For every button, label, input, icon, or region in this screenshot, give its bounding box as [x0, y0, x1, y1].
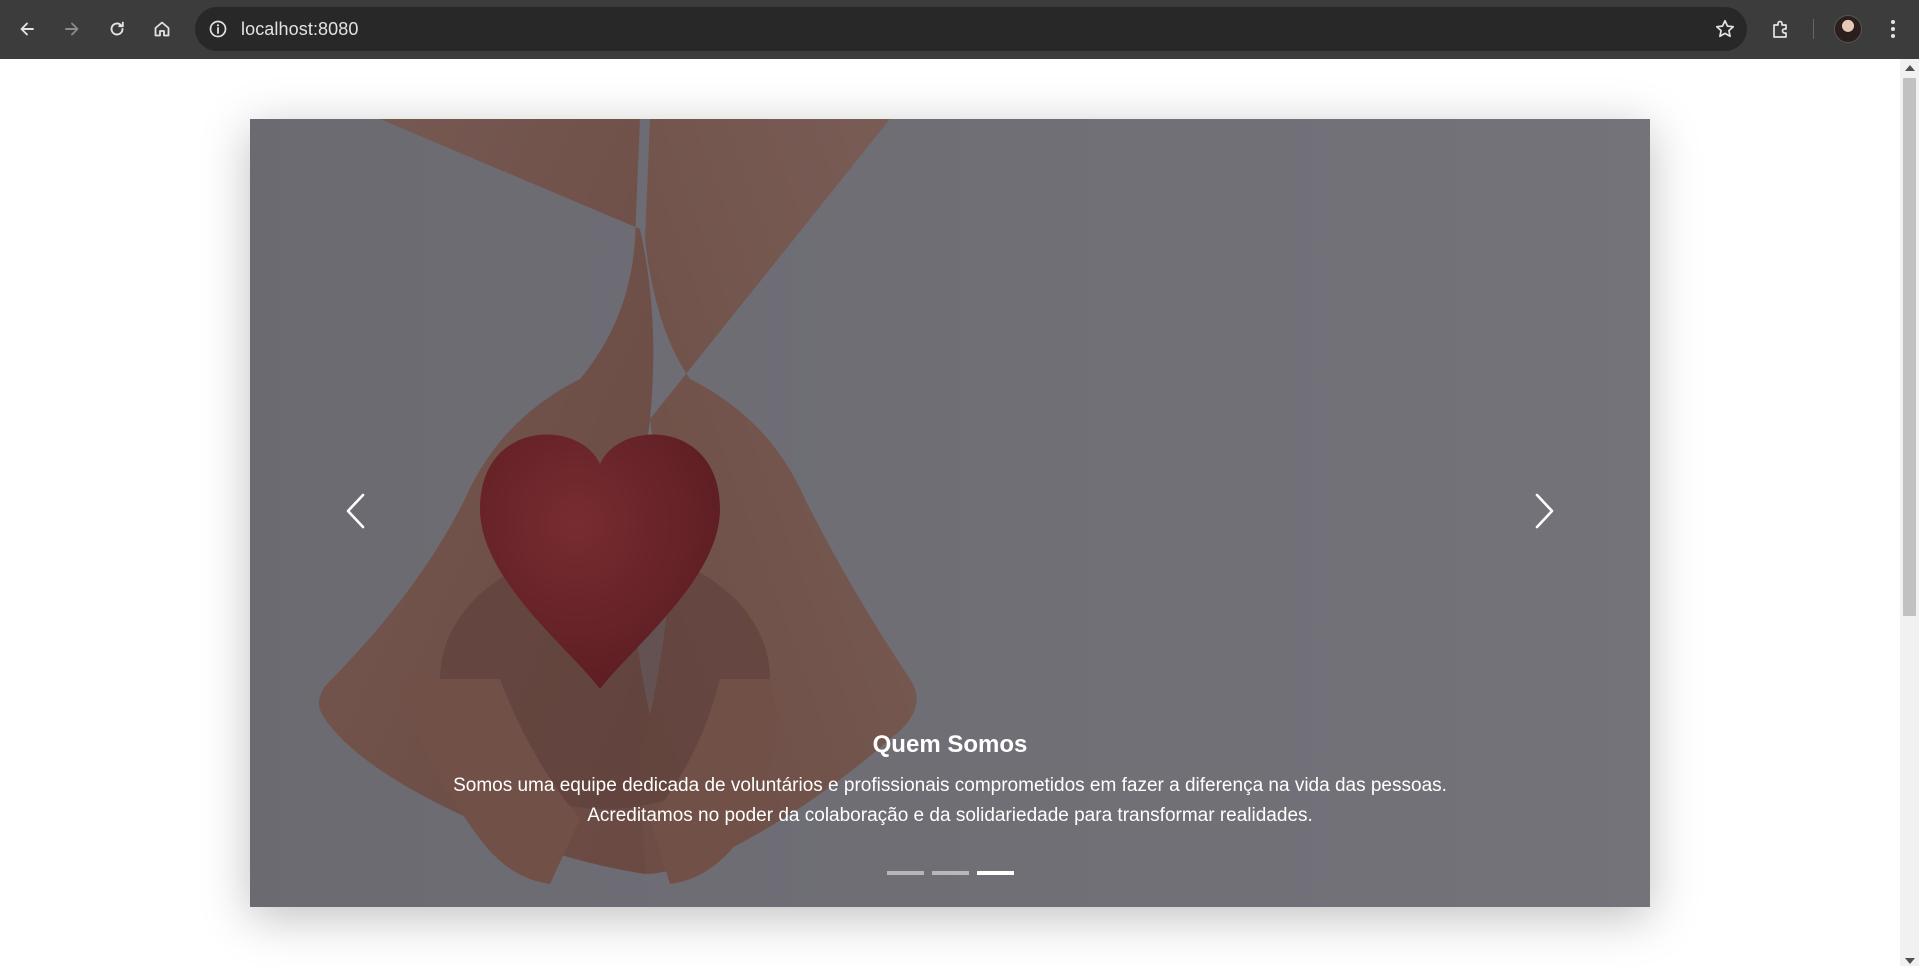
- slide-text: Somos uma equipe dedicada de voluntários…: [453, 775, 1447, 826]
- chevron-right-icon: [1535, 493, 1554, 529]
- carousel-next-button[interactable]: [1515, 481, 1575, 541]
- address-bar[interactable]: localhost:8080: [195, 7, 1747, 51]
- slide-title: Quem Somos: [872, 731, 1028, 758]
- home-button[interactable]: [147, 14, 177, 44]
- scroll-up-arrow-icon[interactable]: [1905, 65, 1915, 71]
- carousel-indicator-1[interactable]: [886, 871, 924, 875]
- extensions-button[interactable]: [1766, 14, 1796, 44]
- carousel-indicators: [250, 871, 1650, 875]
- page-content: Quem Somos Somos uma equipe dedicada de …: [0, 59, 1900, 966]
- forward-button[interactable]: [57, 14, 87, 44]
- carousel-indicator-3[interactable]: [976, 871, 1014, 875]
- star-icon: [1715, 19, 1735, 38]
- browser-menu-button[interactable]: [1880, 14, 1906, 44]
- chevron-left-icon: [346, 493, 365, 529]
- carousel-indicator-2[interactable]: [931, 871, 969, 875]
- home-icon: [154, 21, 170, 37]
- scrollbar-thumb[interactable]: [1903, 78, 1916, 616]
- profile-avatar[interactable]: [1834, 15, 1862, 43]
- carousel-prev-button[interactable]: [325, 481, 385, 541]
- page-scrollbar[interactable]: [1900, 59, 1919, 966]
- puzzle-icon: [1773, 20, 1787, 38]
- site-info-button[interactable]: [205, 16, 231, 42]
- reload-button[interactable]: [102, 14, 132, 44]
- arrow-left-icon: [20, 22, 34, 36]
- slide-caption: Quem Somos Somos uma equipe dedicada de …: [450, 731, 1450, 831]
- browser-toolbar: localhost:8080: [0, 0, 1919, 59]
- toolbar-separator: [1813, 19, 1814, 39]
- info-icon: [209, 20, 227, 38]
- reload-icon: [110, 21, 124, 36]
- kebab-menu-icon: [1891, 20, 1895, 38]
- bookmark-button[interactable]: [1711, 15, 1739, 43]
- hero-carousel: Quem Somos Somos uma equipe dedicada de …: [250, 119, 1650, 907]
- url-text[interactable]: localhost:8080: [241, 19, 359, 40]
- back-button[interactable]: [12, 14, 42, 44]
- scroll-down-arrow-icon[interactable]: [1905, 958, 1915, 964]
- arrow-right-icon: [65, 22, 79, 36]
